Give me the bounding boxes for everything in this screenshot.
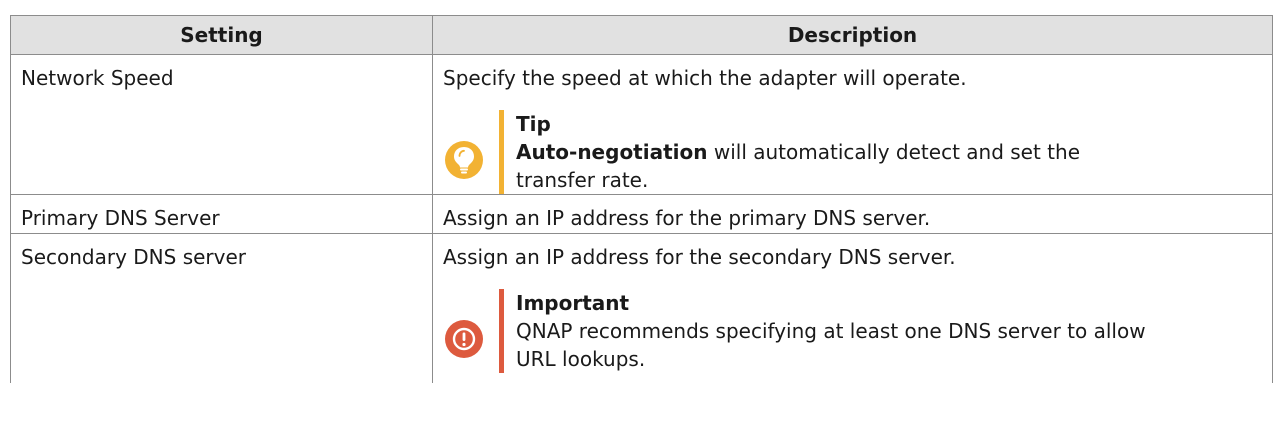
setting-cell: Primary DNS Server [10, 194, 433, 234]
description-text: Assign an IP address for the primary DNS… [443, 206, 931, 230]
table-header-row: Setting Description [10, 15, 1273, 55]
header-description: Description [432, 15, 1273, 55]
callout-title: Tip [516, 112, 551, 136]
tip-callout: Tip Auto-negotiation will automatically … [443, 110, 1262, 194]
callout-accent-bar [499, 289, 504, 373]
table-row: Secondary DNS server Assign an IP addres… [10, 233, 1273, 383]
description-cell: Assign an IP address for the secondary D… [432, 233, 1273, 383]
table-row: Network Speed Specify the speed at which… [10, 54, 1273, 195]
callout-title: Important [516, 291, 630, 315]
callout-bold-term: Auto-negotiation [516, 140, 708, 164]
description-text: Assign an IP address for the secondary D… [443, 245, 956, 269]
callout-text: QNAP recommends specifying at least one … [516, 319, 1146, 371]
setting-cell: Secondary DNS server [10, 233, 433, 383]
callout-text: Auto-negotiation will automatically dete… [516, 140, 1080, 192]
table-row: Primary DNS Server Assign an IP address … [10, 194, 1273, 234]
callout-body: Tip Auto-negotiation will automatically … [516, 110, 1156, 194]
header-setting: Setting [10, 15, 433, 55]
description-cell: Specify the speed at which the adapter w… [432, 54, 1273, 195]
description-cell: Assign an IP address for the primary DNS… [432, 194, 1273, 234]
lightbulb-icon [445, 141, 483, 179]
important-callout: Important QNAP recommends specifying at … [443, 289, 1262, 373]
setting-cell: Network Speed [10, 54, 433, 195]
description-text: Specify the speed at which the adapter w… [443, 66, 967, 90]
settings-table: Setting Description Network Speed Specif… [10, 15, 1273, 383]
callout-body: Important QNAP recommends specifying at … [516, 289, 1156, 373]
exclamation-icon [445, 320, 483, 358]
callout-accent-bar [499, 110, 504, 194]
